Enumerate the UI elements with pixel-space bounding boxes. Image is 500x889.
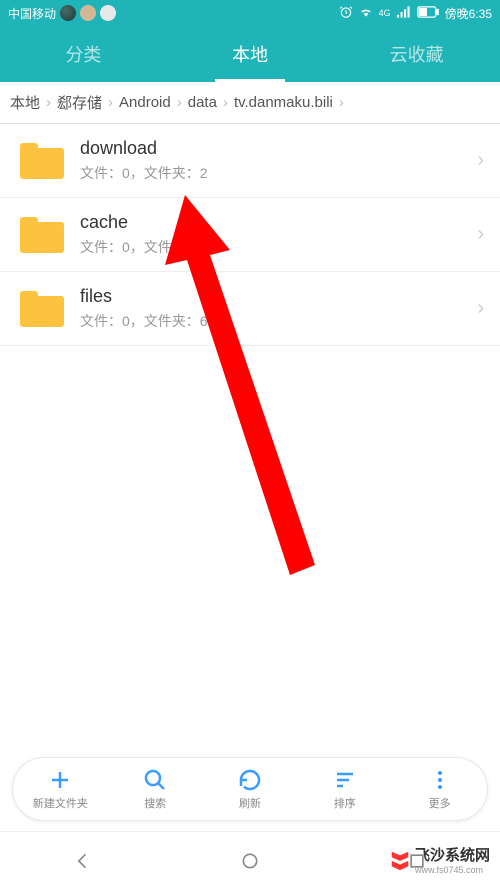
status-dot-icon	[60, 5, 76, 21]
sort-button[interactable]: 排序	[297, 758, 392, 820]
tab-category[interactable]: 分类	[0, 26, 167, 82]
refresh-icon	[237, 767, 263, 793]
file-list: download 文件：0，文件夹：2 › cache 文件：0，文件夹：4 ›…	[0, 124, 500, 346]
chevron-right-icon: ›	[337, 94, 346, 111]
tab-local[interactable]: 本地	[167, 26, 334, 82]
crumb-item[interactable]: Android	[115, 94, 175, 111]
search-button[interactable]: 搜索	[108, 758, 203, 820]
battery-icon	[417, 6, 439, 21]
chevron-right-icon: ›	[477, 297, 484, 320]
folder-icon	[20, 217, 64, 253]
time-label: 傍晚6:35	[445, 5, 492, 22]
folder-name: files	[80, 286, 477, 307]
nav-home-button[interactable]	[230, 841, 270, 881]
watermark-url: www.fs0745.com	[415, 865, 490, 875]
carrier-label: 中国移动	[8, 5, 56, 22]
chevron-right-icon: ›	[477, 223, 484, 246]
nav-back-button[interactable]	[63, 841, 103, 881]
folder-icon	[20, 291, 64, 327]
search-icon	[142, 767, 168, 793]
folder-row[interactable]: files 文件：0，文件夹：6 ›	[0, 272, 500, 346]
status-dot-icon	[100, 5, 116, 21]
crumb-item[interactable]: 本地	[6, 92, 44, 113]
chevron-right-icon: ›	[44, 94, 53, 111]
status-dot-icon	[80, 5, 96, 21]
bottom-toolbar: 新建文件夹 搜索 刷新 排序 更多	[12, 757, 488, 821]
breadcrumb: 本地 › 郄存储 › Android › data › tv.danmaku.b…	[0, 82, 500, 124]
more-icon	[427, 767, 453, 793]
folder-icon	[20, 143, 64, 179]
watermark-text: 飞沙系统网	[415, 844, 490, 865]
folder-meta: 文件：0，文件夹：2	[80, 163, 477, 183]
tab-cloud[interactable]: 云收藏	[333, 26, 500, 82]
refresh-button[interactable]: 刷新	[203, 758, 298, 820]
status-bar: 中国移动 4G 傍晚6:35	[0, 0, 500, 26]
folder-meta: 文件：0，文件夹：6	[80, 311, 477, 331]
chevron-right-icon: ›	[221, 94, 230, 111]
more-button[interactable]: 更多	[392, 758, 487, 820]
chevron-right-icon: ›	[106, 94, 115, 111]
folder-row[interactable]: download 文件：0，文件夹：2 ›	[0, 124, 500, 198]
plus-icon	[47, 767, 73, 793]
crumb-item[interactable]: data	[184, 94, 221, 111]
folder-name: download	[80, 138, 477, 159]
folder-row[interactable]: cache 文件：0，文件夹：4 ›	[0, 198, 500, 272]
watermark-logo-icon	[389, 849, 411, 871]
signal-icon	[397, 6, 411, 21]
crumb-item[interactable]: 郄存储	[53, 92, 106, 113]
chevron-right-icon: ›	[477, 149, 484, 172]
folder-name: cache	[80, 212, 477, 233]
crumb-item[interactable]: tv.danmaku.bili	[230, 94, 337, 111]
chevron-right-icon: ›	[175, 94, 184, 111]
main-tabs: 分类 本地 云收藏	[0, 26, 500, 82]
alarm-icon	[339, 5, 353, 22]
network-label: 4G	[379, 8, 391, 18]
folder-meta: 文件：0，文件夹：4	[80, 237, 477, 257]
new-folder-button[interactable]: 新建文件夹	[13, 758, 108, 820]
wifi-icon	[359, 5, 373, 22]
sort-icon	[332, 767, 358, 793]
watermark: 飞沙系统网 www.fs0745.com	[389, 844, 490, 875]
